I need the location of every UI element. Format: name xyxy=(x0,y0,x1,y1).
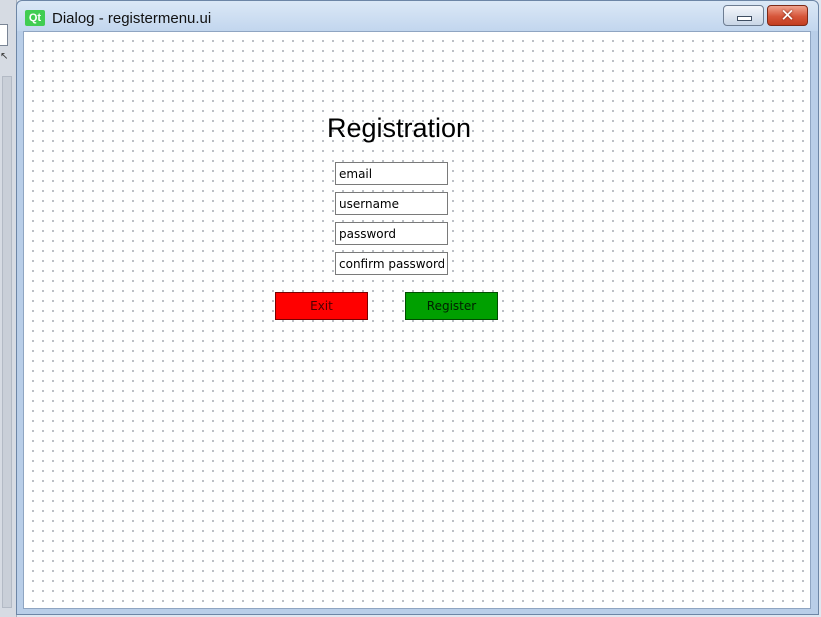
title-bar[interactable]: Qt Dialog - registermenu.ui ✕ xyxy=(17,1,818,31)
minimize-button[interactable] xyxy=(723,5,764,26)
close-icon: ✕ xyxy=(780,6,795,25)
minimize-icon xyxy=(737,16,752,21)
exit-button[interactable]: Exit xyxy=(275,292,368,320)
password-field[interactable] xyxy=(335,222,448,245)
background-input-fragment[interactable] xyxy=(0,24,8,46)
window-title: Dialog - registermenu.ui xyxy=(52,10,212,27)
confirm-password-field[interactable] xyxy=(335,252,448,275)
email-field[interactable] xyxy=(335,162,448,185)
username-field[interactable] xyxy=(335,192,448,215)
background-scrollbar[interactable] xyxy=(2,76,12,608)
background-arrow-icon: ↖ xyxy=(0,51,9,62)
dialog-window: Qt Dialog - registermenu.ui ✕ Registrati… xyxy=(16,0,819,615)
register-button[interactable]: Register xyxy=(405,292,498,320)
qt-logo-icon: Qt xyxy=(25,10,45,26)
screen: ↖ Qt Dialog - registermenu.ui ✕ Registra… xyxy=(0,0,821,617)
dialog-client-area: Registration Exit Register xyxy=(23,31,811,609)
background-app-edge: ↖ xyxy=(0,0,17,617)
close-button[interactable]: ✕ xyxy=(767,5,808,26)
registration-heading: Registration xyxy=(326,113,472,143)
